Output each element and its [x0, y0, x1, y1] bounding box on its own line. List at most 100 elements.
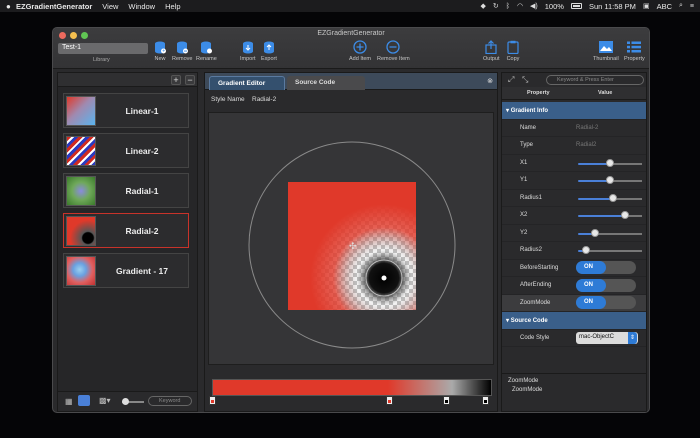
menu-app-name[interactable]: EZGradientGenerator — [16, 2, 92, 11]
focal-point-handle — [381, 275, 387, 281]
radius2-slider[interactable] — [576, 242, 646, 259]
color-stop-3[interactable] — [482, 396, 489, 405]
import-db-icon — [241, 40, 255, 54]
gradient-preview[interactable]: ✣ — [209, 113, 495, 366]
section-gradient-info[interactable]: ▾ Gradient Info — [502, 102, 646, 120]
app-window: EZGradientGenerator Test-1 Library + New… — [52, 27, 650, 413]
expand-icon[interactable]: ⤢ — [508, 75, 514, 85]
tab-source-code[interactable]: Source Code — [287, 76, 365, 90]
list-footer: ▦ ▩▾ Keyword — [58, 391, 197, 411]
after-ending-toggle[interactable]: ON — [576, 278, 636, 292]
property-inspector: ⤢ ⤡ Keyword & Press Enter Property Value… — [501, 72, 647, 412]
remove-button[interactable]: Remove — [172, 40, 192, 62]
display-menu-icon[interactable]: ▩▾ — [99, 396, 111, 405]
property-help: ZoomMode ZoomMode — [502, 373, 646, 412]
grid-view-icon[interactable]: ▦ — [65, 397, 73, 406]
list-item-label: Linear-2 — [125, 145, 159, 156]
sync-icon[interactable]: ↻ — [493, 2, 499, 10]
notification-icon[interactable]: ≡ — [690, 3, 694, 10]
list-item[interactable]: Linear-2 — [63, 133, 189, 168]
color-stop-2[interactable] — [443, 396, 450, 405]
flag-icon[interactable]: ▣ — [643, 2, 650, 10]
y2-slider[interactable] — [576, 225, 646, 242]
share-icon — [484, 40, 498, 54]
battery-icon[interactable] — [570, 3, 582, 9]
list-view-icon[interactable] — [78, 395, 90, 406]
new-db-icon: + — [153, 40, 167, 54]
x1-slider[interactable] — [576, 155, 646, 172]
title-bar: EZGradientGenerator Test-1 Library + New… — [53, 28, 649, 69]
rename-button[interactable]: Rename — [196, 40, 217, 62]
library-select[interactable]: Test-1 — [58, 43, 148, 54]
code-style-select[interactable]: mac-ObjectC — [576, 331, 638, 344]
style-name-label: Style Name — [211, 96, 245, 103]
input-source[interactable]: ABC — [657, 2, 672, 11]
slider-track[interactable] — [578, 232, 642, 235]
gradient-list-panel: + − Linear-1 Linear-2 Radial-1 Radial-2 — [57, 72, 198, 412]
collapse-icon[interactable]: ⤡ — [522, 75, 528, 85]
slider-knob[interactable] — [606, 176, 614, 184]
property-row-name: Name Radial-2 — [502, 120, 646, 137]
color-stop-1[interactable] — [386, 396, 393, 405]
property-search-input[interactable]: Keyword & Press Enter — [546, 75, 644, 85]
list-item-label: Radial-2 — [125, 225, 159, 236]
style-name-value[interactable]: Radial-2 — [252, 96, 276, 103]
menu-help[interactable]: Help — [165, 2, 180, 11]
wifi-icon[interactable]: ◠ — [517, 2, 523, 10]
apple-icon[interactable]: ● — [6, 2, 16, 11]
dropbox-icon[interactable]: ◆ — [480, 2, 485, 10]
property-button[interactable]: Property — [624, 40, 645, 62]
slider-knob[interactable] — [609, 193, 617, 202]
list-item[interactable]: Radial-1 — [63, 173, 189, 208]
clipboard-icon — [506, 40, 520, 54]
close-editor-icon[interactable]: ⊗ — [487, 77, 493, 85]
y1-slider[interactable] — [576, 172, 646, 189]
add-item-button[interactable]: Add Item — [349, 40, 371, 62]
add-gradient-button[interactable]: + — [171, 75, 181, 85]
export-db-icon — [262, 40, 276, 54]
before-starting-toggle[interactable]: ON — [576, 261, 636, 275]
gradient-thumbnail — [66, 215, 96, 246]
property-row-x2: X2 — [502, 207, 646, 225]
output-button[interactable]: Output — [483, 40, 500, 62]
import-button[interactable]: Import — [240, 40, 256, 62]
menu-clock[interactable]: Sun 11:58 PM — [589, 2, 636, 11]
editor-tabs: Gradient Editor Source Code ⊗ — [205, 73, 497, 90]
gradient-canvas[interactable]: ✣ — [208, 112, 494, 365]
slider-knob[interactable] — [621, 211, 629, 219]
remove-item-button[interactable]: Remove Item — [377, 40, 410, 62]
gradient-bar[interactable] — [212, 379, 492, 396]
gradient-stop-editor — [209, 379, 492, 405]
list-search-input[interactable]: Keyword — [148, 396, 192, 406]
svg-text:+: + — [162, 48, 165, 53]
col-value: Value — [598, 90, 613, 96]
property-row-y1: Y1 — [502, 172, 646, 190]
property-row-x1: X1 — [502, 155, 646, 172]
tab-gradient-editor[interactable]: Gradient Editor — [209, 76, 285, 90]
color-stop-0[interactable] — [209, 396, 216, 405]
list-item[interactable]: Gradient - 17 — [63, 253, 189, 288]
list-item-label: Gradient - 17 — [116, 265, 168, 276]
slider-track[interactable] — [578, 215, 642, 217]
size-slider-knob[interactable] — [122, 398, 129, 405]
menu-window[interactable]: Window — [128, 2, 155, 11]
zoom-mode-toggle[interactable]: ON — [576, 296, 636, 310]
slider-knob[interactable] — [591, 228, 599, 237]
property-table-header: Property Value — [502, 87, 646, 100]
thumbnail-button[interactable]: Thumbnail — [593, 40, 619, 62]
export-button[interactable]: Export — [261, 40, 277, 62]
radius1-slider[interactable] — [576, 190, 646, 207]
remove-gradient-button[interactable]: − — [185, 75, 195, 85]
list-item[interactable]: Linear-1 — [63, 93, 189, 128]
x2-slider[interactable] — [576, 207, 646, 224]
slider-knob[interactable] — [606, 158, 614, 167]
bluetooth-icon[interactable]: ᛒ — [506, 3, 510, 10]
list-item-selected[interactable]: Radial-2 — [63, 213, 189, 248]
slider-knob[interactable] — [582, 246, 590, 254]
new-button[interactable]: + New — [153, 40, 167, 62]
volume-icon[interactable]: ◀) — [530, 2, 538, 10]
section-source-code[interactable]: ▾ Source Code — [502, 312, 646, 330]
copy-button[interactable]: Copy — [506, 40, 520, 62]
spotlight-icon[interactable]: ⌕ — [679, 2, 683, 10]
menu-view[interactable]: View — [102, 2, 118, 11]
